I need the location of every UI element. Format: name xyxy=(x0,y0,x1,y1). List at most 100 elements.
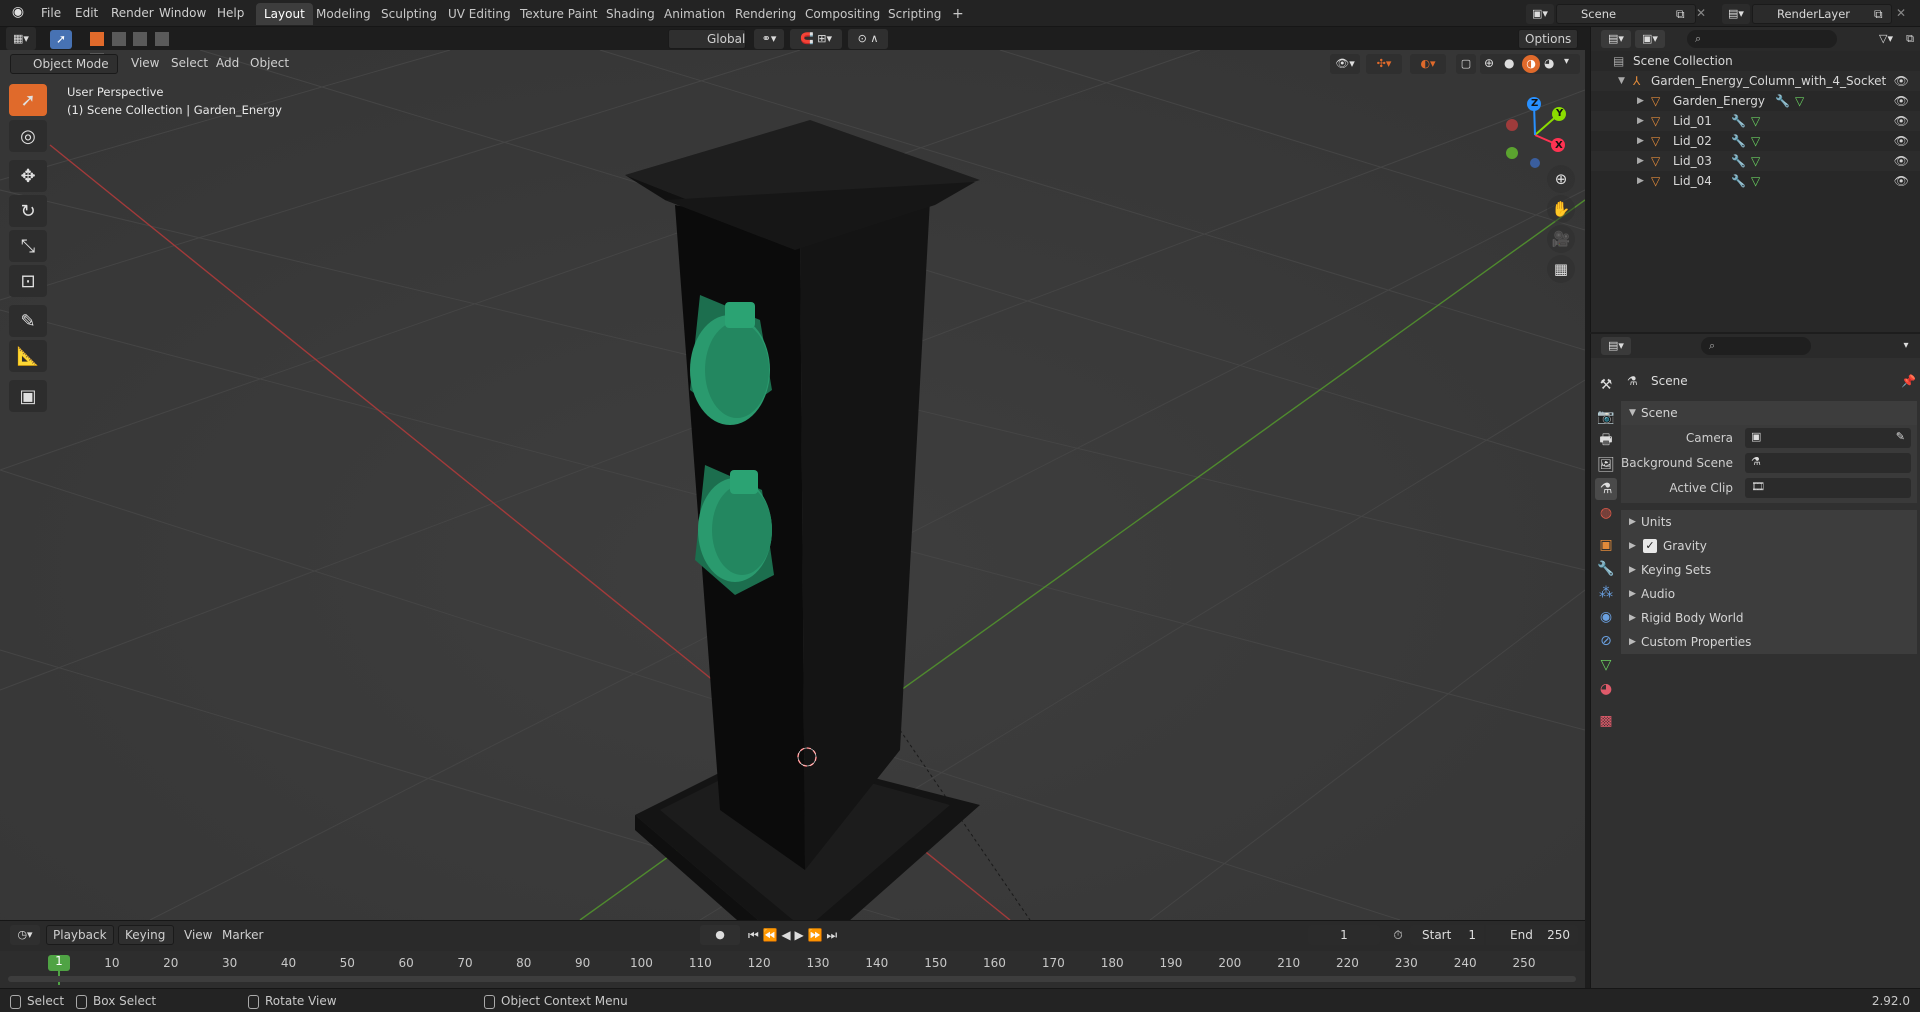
subpanel-keying-sets[interactable]: ▶ Keying Sets xyxy=(1621,558,1917,582)
transform-tool[interactable]: ⊡ xyxy=(9,265,47,297)
menu-edit[interactable]: Edit xyxy=(70,5,103,22)
outliner-object-row[interactable]: ▶ ▽ Lid_04 🔧 ▽ 👁 xyxy=(1591,171,1920,191)
renderlayer-delete-icon[interactable]: ✕ xyxy=(1896,6,1906,20)
modifier-wrench-icon[interactable]: 🔧 xyxy=(1731,111,1746,131)
tab-compositing[interactable]: Compositing xyxy=(797,3,888,25)
editor-type-icon[interactable]: ▦▾ xyxy=(6,27,36,50)
scene-panel-header[interactable]: ▼ Scene xyxy=(1621,401,1917,425)
scale-tool[interactable]: ⤡ xyxy=(9,230,47,262)
3d-viewport[interactable]: User Perspective (1) Scene Collection | … xyxy=(0,50,1585,920)
gizmo-toggle-icon[interactable]: ✣▾ xyxy=(1366,54,1402,74)
subpanel-units[interactable]: ▶ Units xyxy=(1621,510,1917,534)
properties-search-input[interactable]: ⌕ xyxy=(1701,337,1811,355)
visibility-eye-icon[interactable]: 👁 xyxy=(1894,171,1909,191)
mesh-data-icon[interactable]: ▽ xyxy=(1751,171,1760,191)
expand-right-icon[interactable]: ▶ xyxy=(1637,151,1644,171)
outliner-object-row[interactable]: ▶ ▽ Lid_03 🔧 ▽ 👁 xyxy=(1591,151,1920,171)
visibility-eye-icon[interactable]: 👁 xyxy=(1894,91,1909,111)
rendered-shading-icon[interactable]: ◕ xyxy=(1544,56,1554,70)
renderlayer-browse-icon[interactable]: ▤▾ xyxy=(1722,4,1750,24)
tab-texture-paint[interactable]: Texture Paint xyxy=(512,3,605,25)
menu-window[interactable]: Window xyxy=(154,5,211,22)
tab-shading[interactable]: Shading xyxy=(598,3,663,25)
select-box-tool[interactable]: ➚ xyxy=(9,84,47,116)
render-tab-icon[interactable]: 📷 xyxy=(1595,406,1617,428)
world-tab-icon[interactable]: ◍ xyxy=(1595,502,1617,524)
subpanel-audio[interactable]: ▶ Audio xyxy=(1621,582,1917,606)
particles-tab-icon[interactable]: ⁂ xyxy=(1595,582,1617,604)
modifier-tab-icon[interactable]: 🔧 xyxy=(1595,558,1617,580)
properties-editor-icon[interactable]: ▤▾ xyxy=(1601,337,1631,355)
properties-options-icon[interactable]: ▾ xyxy=(1897,337,1915,355)
annotate-tool[interactable]: ✎ xyxy=(9,305,47,337)
tab-modeling[interactable]: Modeling xyxy=(308,3,379,25)
mesh-data-icon[interactable]: ▽ xyxy=(1751,131,1760,151)
subtract-selection-icon[interactable] xyxy=(133,32,148,46)
new-collection-icon[interactable]: ⧉ xyxy=(1901,30,1919,48)
playback-dropdown[interactable]: Playback xyxy=(46,925,114,945)
outliner-object-row[interactable]: ▶ ▽ Lid_02 🔧 ▽ 👁 xyxy=(1591,131,1920,151)
gravity-checkbox[interactable]: ✓ xyxy=(1643,539,1657,553)
move-tool[interactable]: ✥ xyxy=(9,160,47,192)
solid-shading-icon[interactable]: ● xyxy=(1504,56,1514,70)
blender-logo-icon[interactable]: ◉ xyxy=(8,4,28,23)
pivot-icon[interactable]: ⚭▾ xyxy=(754,29,784,49)
visibility-eye-icon[interactable]: 👁 xyxy=(1894,71,1909,91)
expand-right-icon[interactable]: ▶ xyxy=(1637,91,1644,111)
constraints-tab-icon[interactable]: ⊘ xyxy=(1595,630,1617,652)
next-keyframe-icon[interactable]: ⏩ xyxy=(808,928,823,942)
active-clip-field[interactable]: 🎞 xyxy=(1745,478,1911,498)
measure-tool[interactable]: 📐 xyxy=(9,340,47,372)
visibility-icon[interactable]: 👁▾ xyxy=(1330,54,1360,74)
renderlayer-field[interactable]: RenderLayer xyxy=(1752,4,1892,24)
expand-right-icon[interactable]: ▶ xyxy=(1637,171,1644,191)
renderlayer-new-icon[interactable]: ⧉ xyxy=(1874,7,1883,22)
pin-icon[interactable]: 📌 xyxy=(1901,374,1916,388)
tab-scripting[interactable]: Scripting xyxy=(880,3,949,25)
cursor-tool[interactable]: ◎ xyxy=(9,120,47,152)
wireframe-shading-icon[interactable]: ⊕ xyxy=(1484,56,1494,70)
start-frame-field[interactable]: Start 1 xyxy=(1410,925,1484,945)
eyedropper-icon[interactable]: ✎ xyxy=(1896,430,1905,443)
timeline-menu-view[interactable]: View xyxy=(184,926,212,944)
expand-right-icon[interactable]: ▶ xyxy=(1637,111,1644,131)
camera-field[interactable]: ▣ ✎ xyxy=(1745,428,1911,448)
material-shading-icon[interactable]: ◑ xyxy=(1522,55,1540,73)
outliner-object-row[interactable]: ▶ ▽ Garden_Energy 🔧 ▽ 👁 xyxy=(1591,91,1920,111)
data-tab-icon[interactable]: ▽ xyxy=(1595,654,1617,676)
filter-icon[interactable]: ▽▾ xyxy=(1871,30,1901,48)
subpanel-gravity[interactable]: ▶ ✓ Gravity xyxy=(1621,534,1917,558)
tab-sculpting[interactable]: Sculpting xyxy=(373,3,445,25)
timeline-editor-icon[interactable]: ◷▾ xyxy=(10,925,40,945)
output-tab-icon[interactable]: 🖶 xyxy=(1595,430,1617,452)
select-mode-icon[interactable]: ➚ xyxy=(50,30,72,49)
end-frame-field[interactable]: End 250 xyxy=(1486,925,1578,945)
outliner-editor-icon[interactable]: ▤▾ xyxy=(1601,30,1631,48)
menu-file[interactable]: File xyxy=(36,5,66,22)
prev-keyframe-icon[interactable]: ⏪ xyxy=(763,928,778,942)
ortho-grid-icon[interactable]: ▦ xyxy=(1547,255,1575,283)
tab-layout[interactable]: Layout xyxy=(256,3,313,25)
camera-view-icon[interactable]: 🎥 xyxy=(1547,225,1575,253)
object-tab-icon[interactable]: ▣ xyxy=(1595,534,1617,556)
modifier-wrench-icon[interactable]: 🔧 xyxy=(1731,171,1746,191)
visibility-eye-icon[interactable]: 👁 xyxy=(1894,111,1909,131)
expand-right-icon[interactable]: ▶ xyxy=(1637,131,1644,151)
header-menu-select[interactable]: Select xyxy=(171,54,208,72)
new-selection-icon[interactable] xyxy=(90,32,104,46)
mode-dropdown[interactable]: Object Mode xyxy=(10,54,118,74)
expand-down-icon[interactable]: ▼ xyxy=(1618,71,1625,91)
visibility-eye-icon[interactable]: 👁 xyxy=(1894,151,1909,171)
play-reverse-icon[interactable]: ◀ xyxy=(781,928,790,942)
proportional-edit-icon[interactable]: ⊙ ∧ xyxy=(848,29,888,49)
header-menu-object[interactable]: Object xyxy=(250,54,289,72)
scene-delete-icon[interactable]: ✕ xyxy=(1696,6,1706,20)
mesh-data-icon[interactable]: ▽ xyxy=(1795,91,1804,111)
subpanel-rigid-body-world[interactable]: ▶ Rigid Body World xyxy=(1621,606,1917,630)
xray-icon[interactable]: ▢ xyxy=(1456,54,1476,74)
header-menu-add[interactable]: Add xyxy=(216,54,239,72)
transform-orientation-dropdown[interactable]: Global xyxy=(668,29,746,49)
mesh-data-icon[interactable]: ▽ xyxy=(1751,111,1760,131)
selection-mode-icons[interactable] xyxy=(88,30,180,67)
keying-dropdown[interactable]: Keying xyxy=(118,925,174,945)
